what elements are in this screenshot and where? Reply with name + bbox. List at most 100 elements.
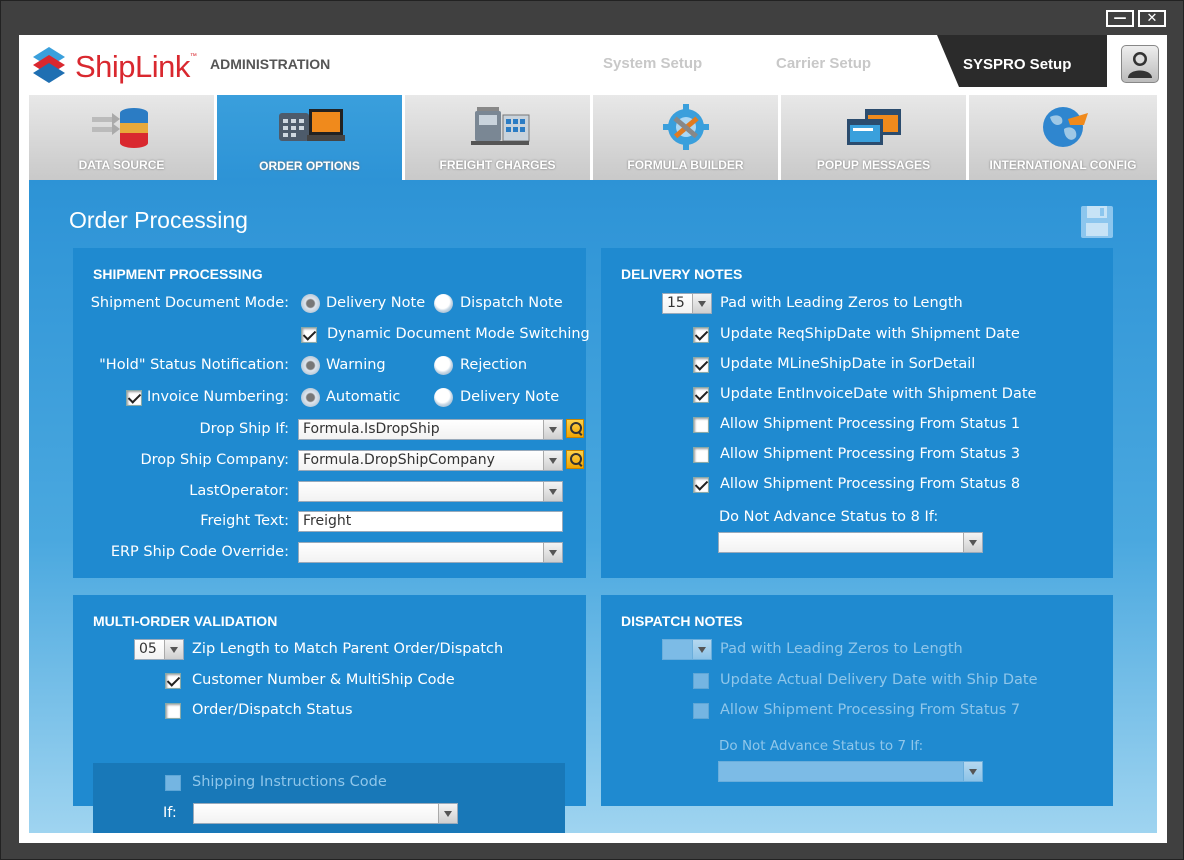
database-icon [91,108,148,148]
nav-tab-international-config[interactable]: INTERNATIONAL CONFIG [969,95,1157,180]
hold-label: "Hold" Status Notification: [99,357,289,373]
if-label: If: [163,805,177,821]
client-area: ShipLink™ ADMINISTRATION System Setup Ca… [19,35,1167,843]
phone-terminal-icon [278,109,345,141]
checkbox-status-1[interactable] [693,417,709,433]
nav-tab-label: FORMULA BUILDER [627,158,744,172]
checkbox-label: Customer Number & MultiShip Code [192,672,455,688]
checkbox-entinvoicedate[interactable] [693,387,709,403]
checkbox-actual-delivery-date[interactable] [693,673,709,689]
radio-label: Rejection [460,357,528,373]
checkbox-status-8[interactable] [693,477,709,493]
lastoperator-label: LastOperator: [189,483,289,499]
dropship-label: Drop Ship If: [199,421,289,437]
nav-tab-label: POPUP MESSAGES [816,158,931,172]
nav-tab-popup-messages[interactable]: POPUP MESSAGES [781,95,968,180]
dispatch-pad-select[interactable] [662,639,712,660]
nav-tab-freight-charges[interactable]: FREIGHT CHARGES [405,95,592,180]
panel-title: MULTI-ORDER VALIDATION [93,613,278,629]
erp-ship-code-label: ERP Ship Code Override: [110,544,289,560]
nav-tab-label: INTERNATIONAL CONFIG [989,158,1137,172]
checkbox-reqshipdate[interactable] [693,327,709,343]
nav-tab-label: FREIGHT CHARGES [439,158,556,172]
dropship-select[interactable]: Formula.IsDropShip [298,419,563,440]
panel-title: SHIPMENT PROCESSING [93,266,263,282]
app-window: — ✕ ShipLink™ ADMINISTRATION System Setu… [0,0,1184,860]
dispatch-pad-label: Pad with Leading Zeros to Length [720,641,963,657]
shiplink-logo-icon [33,47,65,83]
zip-length-label: Zip Length to Match Parent Order/Dispatc… [192,641,504,657]
checkbox-dynamic-mode[interactable] [301,327,317,343]
radio-rejection[interactable] [434,356,453,375]
zip-length-select[interactable]: 05 [134,639,184,660]
checkbox-mlineshipdate[interactable] [693,357,709,373]
erp-ship-code-select[interactable] [298,542,563,563]
checkbox-label: Update Actual Delivery Date with Ship Da… [720,672,1038,688]
radio-label: Delivery Note [460,389,560,405]
radio-invoice-delivery-note[interactable] [434,388,453,407]
minimize-button[interactable]: — [1106,10,1134,27]
dispatch-advance-label: Do Not Advance Status to 7 If: [719,738,924,754]
checkbox-label: Allow Shipment Processing From Status 3 [720,446,1021,462]
pad-length-label: Pad with Leading Zeros to Length [720,295,963,311]
radio-label: Delivery Note [326,295,426,311]
invoice-label: Invoice Numbering: [146,389,289,405]
tab-system-setup[interactable]: System Setup [603,55,702,72]
user-icon [1128,52,1152,78]
shipping-instructions-box: Shipping Instructions Code If: [93,763,565,833]
globe-icon [1043,107,1088,147]
checkbox-customer-number[interactable] [165,673,181,689]
checkbox-status-7[interactable] [693,703,709,719]
dropship-company-select[interactable]: Formula.DropShipCompany [298,450,563,471]
nav-tab-order-options[interactable]: ORDER OPTIONS [217,95,404,181]
radio-label: Warning [326,357,386,373]
nav-tab-data-source[interactable]: DATA SOURCE [29,95,216,180]
brand-name: ShipLink™ [75,49,197,84]
checkbox-invoice-numbering[interactable] [126,390,142,406]
nav-tab-formula-builder[interactable]: FORMULA BUILDER [593,95,780,180]
lastoperator-select[interactable] [298,481,563,502]
section-title: ADMINISTRATION [210,56,331,72]
checkbox-label: Update EntInvoiceDate with Shipment Date [720,386,1037,402]
search-icon[interactable] [566,450,584,469]
delivery-notes-panel: DELIVERY NOTES 15 Pad with Leading Zeros… [601,248,1113,578]
save-icon[interactable] [1080,205,1114,239]
windows-icon [846,109,901,145]
checkbox-label: Allow Shipment Processing From Status 7 [720,702,1021,718]
shipping-if-select[interactable] [193,803,458,824]
panel-title: DELIVERY NOTES [621,266,743,282]
user-button[interactable] [1121,45,1159,83]
dropship-company-label: Drop Ship Company: [140,452,289,468]
nav-tab-label: DATA SOURCE [78,158,165,172]
shipment-processing-panel: SHIPMENT PROCESSING Shipment Document Mo… [73,248,590,578]
tab-syspro-setup[interactable]: SYSPRO Setup [937,35,1107,87]
freight-text-input[interactable]: Freight [298,511,563,532]
dispatch-advance-select[interactable] [718,761,983,782]
gear-tools-icon [662,104,709,150]
checkbox-label: Update ReqShipDate with Shipment Date [720,326,1020,342]
advance-status-select[interactable] [718,532,983,553]
checkbox-order-status[interactable] [165,703,181,719]
doc-mode-label: Shipment Document Mode: [90,295,289,311]
nav-tab-label: ORDER OPTIONS [259,159,360,173]
checkbox-shipping-instructions[interactable] [165,775,181,791]
panel-title: DISPATCH NOTES [621,613,743,629]
radio-automatic[interactable] [301,388,320,407]
checkbox-label: Update MLineShipDate in SorDetail [720,356,976,372]
radio-dispatch-note[interactable] [434,294,453,313]
radio-warning[interactable] [301,356,320,375]
dispatch-notes-panel: DISPATCH NOTES Pad with Leading Zeros to… [601,595,1113,806]
radio-delivery-note[interactable] [301,294,320,313]
radio-label: Dispatch Note [460,295,563,311]
main-content: Order Processing SHIPMENT PROCESSING Shi… [29,180,1157,833]
pad-length-select[interactable]: 15 [662,293,712,314]
close-button[interactable]: ✕ [1138,10,1166,27]
tab-carrier-setup[interactable]: Carrier Setup [776,55,871,72]
nav-tabs: DATA SOURCE ORDER OPTIONS FREIGHT CHARGE… [29,95,1157,181]
search-icon[interactable] [566,419,584,438]
freight-text-label: Freight Text: [200,513,289,529]
checkbox-label: Shipping Instructions Code [192,774,387,790]
truck-icon [470,107,529,145]
checkbox-label: Allow Shipment Processing From Status 1 [720,416,1021,432]
checkbox-status-3[interactable] [693,447,709,463]
